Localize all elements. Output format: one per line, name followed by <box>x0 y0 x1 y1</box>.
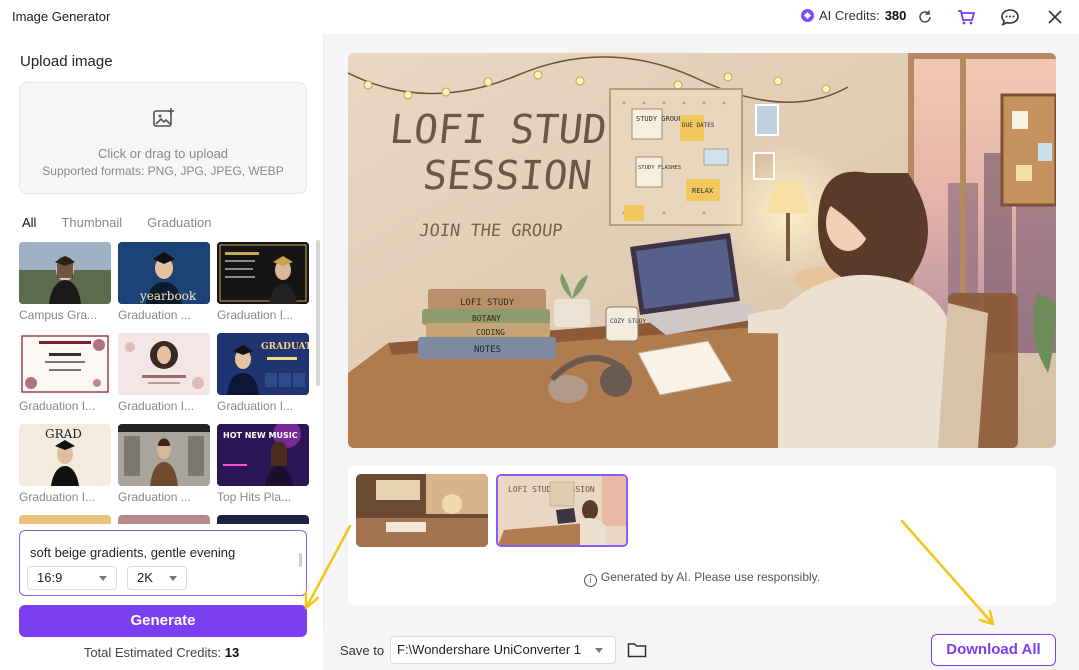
ai-credits-icon <box>801 9 814 22</box>
template-card[interactable]: HOT NEW MUSIC Top Hits Pla... <box>217 424 309 504</box>
resolution-value: 2K <box>137 570 153 585</box>
note-study-group: STUDY GROUP <box>636 115 682 123</box>
grad-text: GRAD <box>45 427 82 441</box>
template-thumbnail <box>19 242 111 304</box>
result-thumbnail-2[interactable]: LOFI STUDY SESSION <box>496 474 628 547</box>
template-card[interactable] <box>217 515 309 524</box>
ai-credits-label: AI Credits: <box>819 8 880 23</box>
template-card[interactable]: Campus Gra... <box>19 242 111 322</box>
tab-graduation[interactable]: Graduation <box>147 215 211 230</box>
prompt-text[interactable]: soft beige gradients, gentle evening <box>30 545 235 560</box>
template-card[interactable] <box>118 515 210 524</box>
poster-title-line2: SESSION <box>421 153 594 199</box>
template-card[interactable]: Graduation I... <box>118 333 210 413</box>
template-caption: Graduation ... <box>118 308 191 322</box>
book-botany: BOTANY <box>472 314 501 323</box>
generated-image-preview: LOFI STUDY SESSION JOIN THE GROUP STUDY … <box>348 53 1056 448</box>
upload-formats: Supported formats: PNG, JPG, JPEG, WEBP <box>42 164 284 178</box>
template-card[interactable]: Graduation I... <box>19 333 111 413</box>
cart-icon[interactable] <box>955 6 977 28</box>
template-card[interactable]: Graduation I... <box>217 242 309 322</box>
close-icon[interactable] <box>1044 6 1066 28</box>
template-thumbnail <box>118 333 210 395</box>
template-thumbnail <box>118 424 210 486</box>
total-credits: Total Estimated Credits: 13 <box>0 645 323 660</box>
template-caption: Graduation I... <box>217 399 294 413</box>
chevron-down-icon <box>99 576 107 581</box>
hot-new-music-text: HOT NEW MUSIC <box>223 431 298 440</box>
template-caption: Graduation I... <box>217 308 294 322</box>
save-path-value: F:\Wondershare UniConverter 1 <box>397 642 582 657</box>
app-title: Image Generator <box>12 9 111 24</box>
template-card[interactable]: yearbook Graduation ... <box>118 242 210 322</box>
total-credits-value: 13 <box>224 645 240 660</box>
title-bar: Image Generator AI Credits: 380 <box>0 0 1079 34</box>
note-relax: RELAX <box>692 187 714 195</box>
template-thumbnail <box>217 515 309 524</box>
resolution-select[interactable]: 2K <box>127 566 187 590</box>
aspect-ratio-select[interactable]: 16:9 <box>27 566 117 590</box>
prompt-scrollbar[interactable] <box>299 553 302 567</box>
template-caption: Graduation I... <box>19 399 96 413</box>
save-path-select[interactable]: F:\Wondershare UniConverter 1 <box>390 636 616 664</box>
add-image-icon <box>152 107 176 131</box>
total-credits-label: Total Estimated Credits: <box>83 645 222 660</box>
save-to-label: Save to <box>340 643 385 658</box>
panel-divider <box>323 34 324 670</box>
ai-notice-text: Generated by AI. Please use responsibly. <box>600 570 821 584</box>
yearbook-text: yearbook <box>139 289 197 303</box>
template-thumbnail: GRADUATION <box>217 333 309 395</box>
poster-subtitle: JOIN THE GROUP <box>418 221 563 241</box>
poster-title-line1: LOFI STUDY <box>387 107 633 153</box>
folder-icon[interactable] <box>627 641 647 659</box>
tab-all[interactable]: All <box>22 215 36 230</box>
template-card[interactable] <box>19 515 111 524</box>
template-thumbnail: HOT NEW MUSIC <box>217 424 309 486</box>
template-thumbnail: yearbook <box>118 242 210 304</box>
template-card[interactable]: GRADUATION Graduation I... <box>217 333 309 413</box>
result-thumbnail-1[interactable] <box>356 474 488 547</box>
template-grid: Campus Gra... yearbook Graduation ... Gr… <box>18 242 310 524</box>
prompt-input[interactable]: soft beige gradients, gentle evening 16:… <box>19 530 307 596</box>
upload-hint: Click or drag to upload <box>97 146 229 161</box>
template-card[interactable]: GRAD Graduation I... <box>19 424 111 504</box>
upload-title: Upload image <box>20 53 113 70</box>
template-caption: Graduation I... <box>19 490 96 504</box>
template-thumbnail <box>118 515 210 524</box>
chevron-down-icon <box>169 576 177 581</box>
ai-credits-value: 380 <box>884 8 907 23</box>
template-caption: Graduation I... <box>118 399 195 413</box>
feedback-icon[interactable] <box>999 6 1021 28</box>
template-tabs: All Thumbnail Graduation <box>22 215 236 230</box>
left-panel: Upload image Click or drag to upload Sup… <box>0 34 323 670</box>
upload-dropzone[interactable]: Click or drag to upload Supported format… <box>19 82 307 194</box>
template-caption: Campus Gra... <box>19 308 98 322</box>
graduation-text: GRADUATION <box>261 342 309 352</box>
template-caption: Graduation ... <box>118 490 191 504</box>
template-scrollbar[interactable] <box>316 240 320 386</box>
download-all-button[interactable]: Download All <box>931 634 1056 666</box>
template-thumbnail: GRAD <box>19 424 111 486</box>
template-thumbnail <box>19 515 111 524</box>
book-lofi-study: LOFI STUDY <box>460 298 515 308</box>
ai-credits: AI Credits: 380 <box>801 8 906 23</box>
generate-button[interactable]: Generate <box>19 605 307 637</box>
book-notes: NOTES <box>474 345 501 355</box>
book-coding: CODING <box>476 328 505 337</box>
template-caption: Top Hits Pla... <box>217 490 292 504</box>
aspect-ratio-value: 16:9 <box>37 570 63 585</box>
template-thumbnail <box>19 333 111 395</box>
note-due-dates: DUE DATES <box>682 122 715 129</box>
chevron-down-icon <box>595 648 603 653</box>
template-thumbnail <box>217 242 309 304</box>
tab-thumbnail[interactable]: Thumbnail <box>61 215 122 230</box>
results-panel: LOFI STUDY SESSION i Generated by AI. Ple… <box>348 466 1056 605</box>
note-study-flashes: STUDY FLASHES <box>638 165 681 171</box>
ai-notice: i Generated by AI. Please use responsibly… <box>348 570 1056 587</box>
template-card[interactable]: Graduation ... <box>118 424 210 504</box>
info-icon: i <box>583 574 597 587</box>
refresh-icon[interactable] <box>914 6 936 28</box>
